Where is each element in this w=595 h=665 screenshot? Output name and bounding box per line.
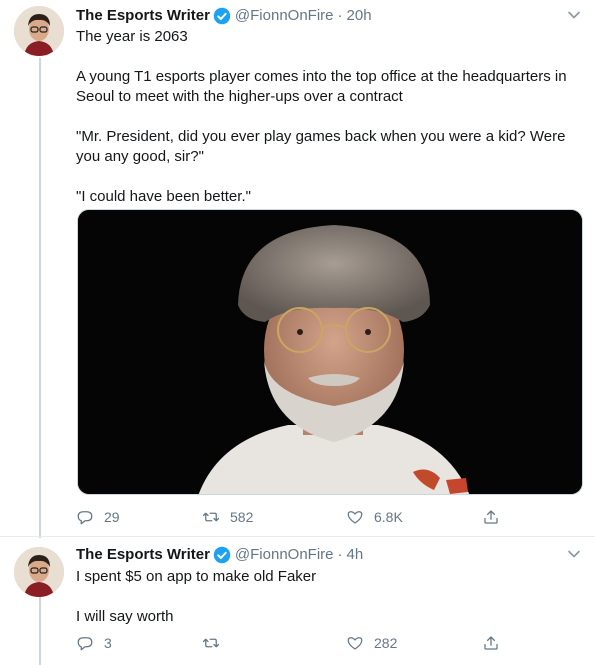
tweet-actions: 3 282 — [76, 631, 536, 655]
tweet-paragraph: The year is 2063 — [76, 28, 188, 45]
share-icon — [484, 636, 498, 650]
avatar-image — [14, 6, 64, 56]
timestamp[interactable]: 4h — [347, 545, 364, 565]
like-button[interactable]: 6.8K — [346, 505, 403, 529]
like-count: 6.8K — [374, 509, 403, 525]
tweet-paragraph: "Mr. President, did you ever play games … — [76, 128, 566, 165]
tweet[interactable]: The Esports Writer @FionnOnFire · 4h I s… — [0, 536, 595, 665]
tweet-paragraph: A young T1 esports player comes into the… — [76, 68, 567, 105]
avatar-image — [14, 547, 64, 597]
reply-icon — [77, 511, 93, 525]
old-man-portrait-image — [78, 210, 582, 494]
verified-badge-icon — [213, 546, 231, 564]
heart-icon — [347, 637, 363, 650]
tweet-paragraph: "I could have been better." — [76, 188, 251, 205]
timestamp[interactable]: 20h — [347, 6, 372, 26]
reply-button[interactable]: 3 — [76, 631, 112, 655]
verified-badge-icon — [213, 7, 231, 25]
reply-button[interactable]: 29 — [76, 505, 120, 529]
author-name[interactable]: The Esports Writer — [76, 6, 210, 26]
tweet-photo[interactable] — [77, 209, 583, 495]
author-name[interactable]: The Esports Writer — [76, 545, 210, 565]
tweet[interactable]: The Esports Writer @FionnOnFire · 20h Th… — [0, 0, 595, 536]
heart-icon — [347, 511, 363, 524]
tweet-header: The Esports Writer @FionnOnFire · 20h — [76, 6, 372, 26]
avatar[interactable] — [14, 6, 64, 56]
like-count: 282 — [374, 635, 398, 651]
retweet-icon — [202, 638, 220, 648]
tweet-text: The year is 2063 A young T1 esports play… — [76, 27, 581, 207]
tweet-actions: 29 582 6.8K — [76, 505, 536, 529]
avatar[interactable] — [14, 547, 64, 597]
separator: · — [337, 546, 343, 563]
author-handle[interactable]: @FionnOnFire — [235, 545, 334, 565]
share-button[interactable] — [482, 505, 500, 529]
share-icon — [484, 510, 498, 524]
chevron-down-icon[interactable] — [567, 8, 581, 22]
author-handle[interactable]: @FionnOnFire — [235, 6, 334, 26]
separator: · — [337, 7, 343, 24]
tweet-header: The Esports Writer @FionnOnFire · 4h — [76, 545, 363, 565]
reply-count: 29 — [104, 509, 120, 525]
retweet-button[interactable] — [202, 631, 230, 655]
retweet-count: 582 — [230, 509, 254, 525]
retweet-icon — [202, 512, 220, 522]
retweet-button[interactable]: 582 — [202, 505, 253, 529]
tweet-paragraph: I will say worth — [76, 608, 174, 625]
reply-icon — [77, 637, 93, 651]
tweet-text: I spent $5 on app to make old Faker I wi… — [76, 567, 581, 627]
chevron-down-icon[interactable] — [567, 547, 581, 561]
share-button[interactable] — [482, 631, 500, 655]
reply-count: 3 — [104, 635, 112, 651]
like-button[interactable]: 282 — [346, 631, 397, 655]
tweet-paragraph: I spent $5 on app to make old Faker — [76, 568, 317, 585]
